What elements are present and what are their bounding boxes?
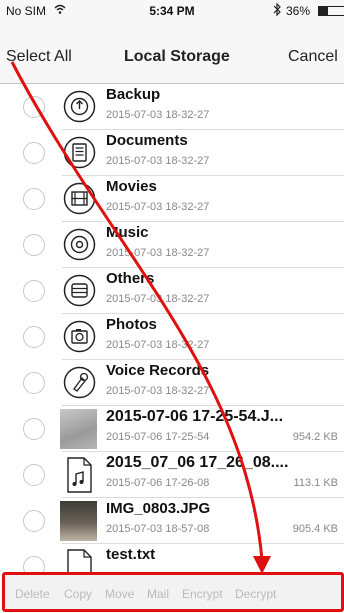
others-icon [63, 274, 96, 307]
file-date: 2015-07-06 17-26-08 [106, 477, 210, 489]
file-date: 2015-07-03 18-32-27 [106, 247, 210, 259]
movies-icon [63, 182, 96, 215]
file-name: 2015_07_06 17_26_08.... [106, 454, 289, 471]
file-name: Photos [106, 316, 157, 333]
file-date: 2015-07-03 18-32-27 [106, 155, 210, 167]
list-item[interactable]: Photos 2015-07-03 18-32-27 [0, 314, 344, 360]
select-checkbox[interactable] [23, 188, 45, 210]
file-size: 954.2 KB [292, 431, 338, 443]
status-bar: No SIM 5:34 PM 36% [0, 0, 344, 22]
documents-icon [63, 136, 96, 169]
select-checkbox[interactable] [23, 418, 45, 440]
list-item[interactable]: Movies 2015-07-03 18-32-27 [0, 176, 344, 222]
backup-icon [63, 90, 96, 123]
list-item[interactable]: 2015-07-06 17-25-54.J... 2015-07-06 17-2… [0, 406, 344, 452]
file-size: 905.4 KB [292, 523, 338, 535]
mail-button[interactable]: Mail [147, 587, 169, 601]
file-date: 2015-07-03 18-32-27 [106, 201, 210, 213]
audio-file-icon [67, 457, 92, 493]
image-thumbnail [60, 501, 97, 541]
select-checkbox[interactable] [23, 372, 45, 394]
select-checkbox[interactable] [23, 510, 45, 532]
action-toolbar: Delete Copy Move Mail Encrypt Decrypt [2, 572, 344, 612]
text-file-icon [67, 549, 92, 572]
cancel-button[interactable]: Cancel [288, 48, 338, 66]
bluetooth-icon [273, 3, 281, 16]
delete-button[interactable]: Delete [15, 587, 50, 601]
battery-percent: 36% [286, 4, 311, 18]
file-name: Others [106, 270, 155, 287]
copy-button[interactable]: Copy [64, 587, 92, 601]
file-name: Music [106, 224, 149, 241]
file-name: 2015-07-06 17-25-54.J... [106, 408, 284, 425]
file-name: IMG_0803.JPG [106, 500, 211, 517]
file-size: 113.1 KB [293, 477, 338, 489]
select-checkbox[interactable] [23, 326, 45, 348]
file-name: Voice Records [106, 362, 210, 379]
file-date: 2015-07-03 18-32-27 [106, 109, 210, 121]
file-name: Backup [106, 86, 161, 103]
select-checkbox[interactable] [23, 556, 45, 572]
list-item[interactable]: 2015_07_06 17_26_08.... 2015-07-06 17-26… [0, 452, 344, 498]
move-button[interactable]: Move [105, 587, 134, 601]
select-checkbox[interactable] [23, 280, 45, 302]
select-checkbox[interactable] [23, 96, 45, 118]
file-name: Movies [106, 178, 157, 195]
music-icon [63, 228, 96, 261]
list-item[interactable]: IMG_0803.JPG 2015-07-03 18-57-08 905.4 K… [0, 498, 344, 544]
file-date: 2015-07-06 17-25-54 [106, 431, 210, 443]
list-item[interactable]: Documents 2015-07-03 18-32-27 [0, 130, 344, 176]
file-list: Backup 2015-07-03 18-32-27 Documents 201… [0, 84, 344, 572]
select-checkbox[interactable] [23, 234, 45, 256]
file-date: 2015-07-03 18-57-08 [106, 523, 210, 535]
file-name: Documents [106, 132, 188, 149]
select-checkbox[interactable] [23, 142, 45, 164]
select-all-button[interactable]: Select All [6, 48, 72, 66]
list-item[interactable]: Backup 2015-07-03 18-32-27 [0, 84, 344, 130]
nav-bar: Select All Local Storage Cancel [0, 22, 344, 84]
file-date: 2015-07-03 18-32-27 [106, 293, 210, 305]
encrypt-button[interactable]: Encrypt [182, 587, 223, 601]
photos-icon [63, 320, 96, 353]
voice-records-icon [63, 366, 96, 399]
list-item[interactable]: Music 2015-07-03 18-32-27 [0, 222, 344, 268]
battery-icon [318, 6, 344, 16]
file-name: test.txt [106, 546, 156, 563]
list-item[interactable]: Others 2015-07-03 18-32-27 [0, 268, 344, 314]
list-item[interactable]: Voice Records 2015-07-03 18-32-27 [0, 360, 344, 406]
decrypt-button[interactable]: Decrypt [235, 587, 276, 601]
file-date: 2015-07-03 18-32-27 [106, 385, 210, 397]
list-item[interactable]: test.txt [0, 544, 344, 572]
select-checkbox[interactable] [23, 464, 45, 486]
file-date: 2015-07-03 18-32-27 [106, 339, 210, 351]
page-title: Local Storage [124, 48, 230, 65]
image-thumbnail [60, 409, 97, 449]
